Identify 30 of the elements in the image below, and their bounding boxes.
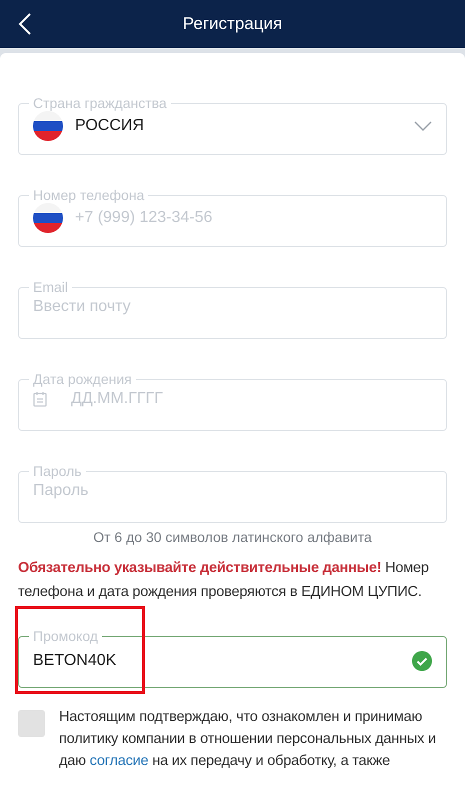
consent-link[interactable]: согласие	[90, 753, 148, 769]
field-label: Номер телефона	[32, 187, 146, 203]
promo-field[interactable]: Промокод BETON40K	[18, 628, 447, 688]
warning-text: Обязательно указывайте действительные данные! Номер телефона и дата рождения проверяются в ЕДИНОМ ЦУПИС.	[18, 559, 430, 602]
field-placeholder: Пароль	[33, 481, 89, 501]
field-label: Дата рождения	[32, 371, 133, 387]
field-value: BETON40K	[33, 650, 116, 670]
input-field[interactable]: Email Ввести почту	[18, 279, 447, 339]
field-placeholder: Ввести почту	[33, 297, 131, 317]
input-field[interactable]: Пароль Пароль	[18, 463, 447, 523]
check-circle-icon	[412, 650, 432, 670]
field-value: РОССИЯ	[75, 116, 144, 136]
country-select[interactable]: Страна гражданства РОССИЯ	[18, 95, 447, 155]
calendar-icon	[33, 391, 47, 407]
field-label: Пароль	[32, 463, 83, 479]
flag-icon	[33, 203, 63, 233]
consent-text: Настоящим подтверждаю, что ознакомлен и принимаю политику компании в отношении персональных данных и даю согласие на их передачу и обработку, а также	[59, 708, 437, 771]
field-label: Email	[32, 279, 70, 295]
page-title: Регистрация	[182, 13, 282, 36]
field-label: Страна гражданства	[32, 95, 168, 111]
input-field[interactable]: Дата рождения ДД.ММ.ГГГГ	[18, 371, 447, 431]
hint-text: От 6 до 30 символов латинского алфавита	[92, 528, 373, 547]
consent-checkbox[interactable]	[18, 710, 45, 737]
field-placeholder: ДД.ММ.ГГГГ	[71, 389, 163, 409]
back-icon	[18, 12, 32, 36]
flag-icon	[33, 111, 63, 141]
input-field[interactable]: Номер телефона +7 (999) 123-34-56	[18, 187, 447, 247]
chevron-down-icon	[414, 121, 432, 131]
field-label: Промокод	[32, 628, 99, 644]
field-placeholder: +7 (999) 123-34-56	[75, 208, 212, 228]
